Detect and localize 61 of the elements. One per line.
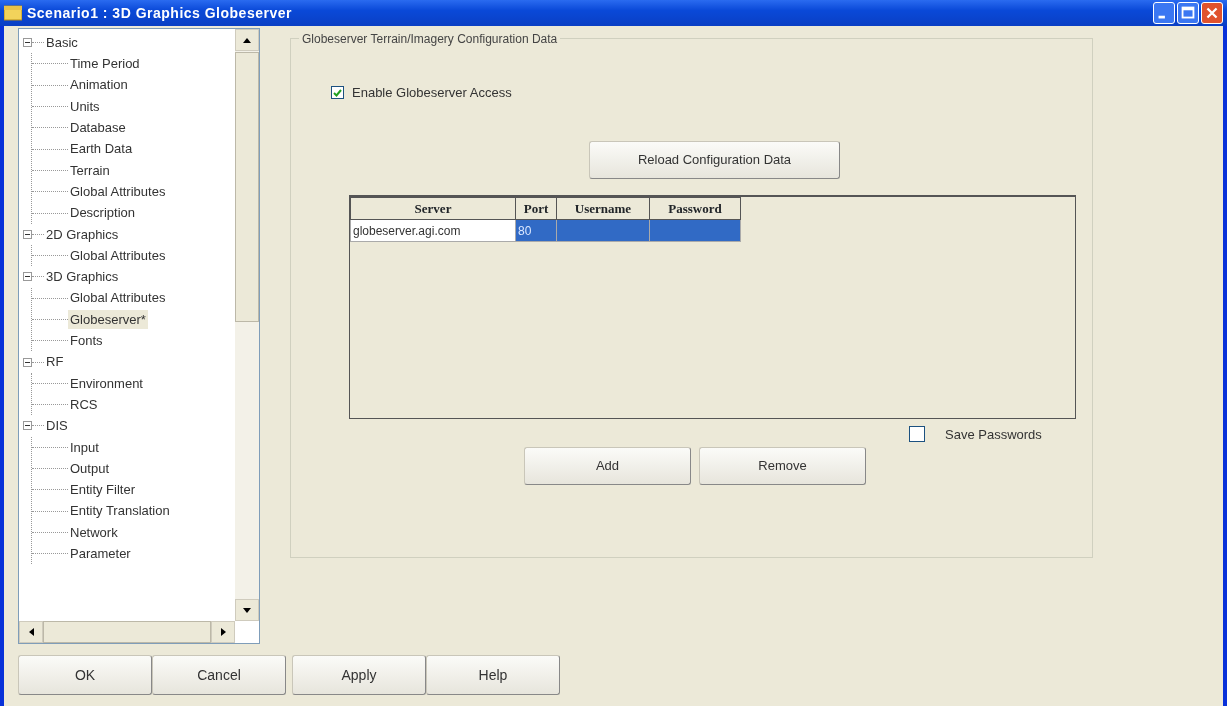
window-title: Scenario1 : 3D Graphics Globeserver [27,3,292,23]
tree-item[interactable]: Entity Filter [68,480,137,500]
collapse-icon[interactable] [23,272,32,282]
collapse-icon[interactable] [23,357,32,367]
collapse-icon[interactable] [23,421,32,431]
tree-item[interactable]: RF [44,352,66,372]
minimize-button[interactable] [1153,2,1175,24]
column-header[interactable]: Port [515,197,557,220]
scroll-down-button[interactable] [235,599,259,621]
left-arrow-icon [28,628,34,636]
tree-item[interactable]: Database [68,118,128,138]
scroll-up-button[interactable] [235,29,259,51]
column-header[interactable]: Password [649,197,741,220]
table-cell: globeserver.agi.com [350,219,516,242]
tree-item[interactable]: 3D Graphics [44,267,121,287]
up-arrow-icon [243,37,251,43]
help-button[interactable]: Help [426,655,560,695]
scroll-left-button[interactable] [19,621,43,643]
checkbox[interactable] [331,86,344,100]
tree-item[interactable]: Fonts [68,331,105,351]
window-icon [4,5,22,21]
down-arrow-icon [243,607,251,613]
add-button[interactable]: Add [524,446,691,485]
close-button[interactable] [1201,2,1223,24]
tree-item[interactable]: Animation [68,75,130,95]
scroll-right-button[interactable] [211,621,235,643]
tree-item[interactable]: Basic [44,32,80,53]
tree-item[interactable]: Network [68,522,120,543]
checkbox[interactable] [909,426,925,443]
column-header[interactable]: Username [556,197,650,220]
tree-item[interactable]: Global Attributes [68,288,168,308]
column-header[interactable]: Server [350,197,516,220]
maximize-button[interactable] [1177,2,1199,24]
tree-item[interactable]: Earth Data [68,139,135,159]
tree-item[interactable]: Global Attributes [68,181,168,202]
tree-item[interactable]: Output [68,458,112,479]
ok-button[interactable]: OK [18,655,152,695]
tree-item[interactable]: Global Attributes [68,245,168,266]
checkbox-label[interactable]: Save Passwords [945,424,1042,444]
tree-item[interactable]: Units [68,96,102,117]
scrollbar-thumb[interactable] [43,621,211,643]
right-arrow-icon [220,628,226,636]
tree-item[interactable]: 2D Graphics [44,224,121,245]
tree-item[interactable]: Time Period [68,54,142,74]
tree-item[interactable]: Terrain [68,160,112,181]
remove-button[interactable]: Remove [699,446,866,485]
collapse-icon[interactable] [23,38,32,48]
tree-item[interactable]: Description [68,203,138,223]
scrollbar-thumb[interactable] [235,52,259,322]
tree-item[interactable]: Input [68,437,101,458]
tree-item[interactable]: DIS [44,416,70,436]
reload-button[interactable]: Reload Configuration Data [589,140,840,179]
tree-item[interactable]: Entity Translation [68,501,172,521]
tree-item[interactable]: RCS [68,394,100,415]
tree-item[interactable]: Environment [68,373,145,394]
checkbox-label[interactable]: Enable Globeserver Access [352,83,512,103]
collapse-icon[interactable] [23,229,32,239]
tree-item[interactable]: Globeserver* [68,309,148,330]
tree-item[interactable]: Parameter [68,544,133,564]
apply-button[interactable]: Apply [292,655,426,695]
cancel-button[interactable]: Cancel [152,655,286,695]
